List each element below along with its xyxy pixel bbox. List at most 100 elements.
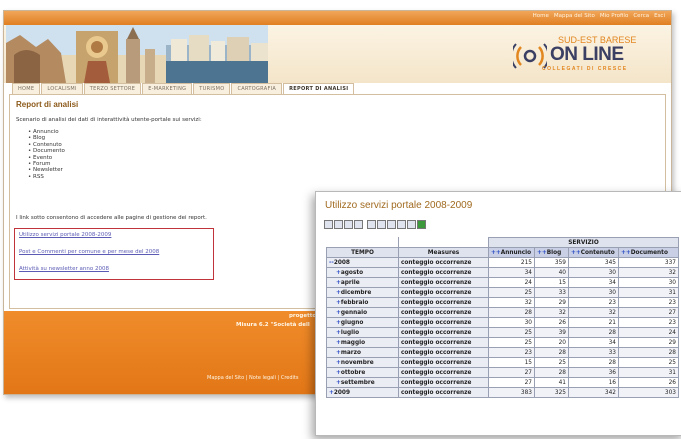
value-cell: 28 (618, 347, 679, 358)
value-cell: 303 (618, 387, 679, 398)
value-cell: 25 (488, 287, 535, 298)
report-links-highlight: Utilizzo servizi portale 2008-2009 Post … (14, 228, 214, 280)
row-header-tempo[interactable]: +giugno (326, 317, 399, 328)
tab-localismi[interactable]: LOCALISMI (41, 83, 83, 94)
value-cell: 29 (618, 337, 679, 348)
row-measure: conteggio occorrenze (398, 277, 489, 288)
navigator-icon[interactable] (334, 220, 343, 229)
row-header-tempo[interactable]: +2009 (326, 387, 399, 398)
footer-links[interactable]: Mappa del Sito | Note legali | Credits (207, 375, 298, 381)
tab-e-marketing[interactable]: E-MARKETING (142, 83, 193, 94)
drill-icon[interactable] (367, 220, 376, 229)
value-cell: 30 (488, 317, 535, 328)
value-cell: 27 (618, 307, 679, 318)
row-measure: conteggio occorrenze (398, 267, 489, 278)
column-header-tempo[interactable]: TEMPO (326, 247, 399, 258)
value-cell: 23 (488, 347, 535, 358)
value-cell: 342 (568, 387, 619, 398)
top-bar: Home Mappa del Sito Mio Profilo Cerca Es… (4, 11, 671, 25)
value-cell: 34 (568, 277, 619, 288)
row-header-tempo[interactable]: +settembre (326, 377, 399, 388)
column-header-blog[interactable]: ++Blog (534, 247, 569, 258)
screenshot-canvas: Home Mappa del Sito Mio Profilo Cerca Es… (0, 0, 681, 439)
row-header-tempo[interactable]: +maggio (326, 337, 399, 348)
row-header-tempo[interactable]: +febbraio (326, 297, 399, 308)
top-link-sitemap[interactable]: Mappa del Sito (554, 13, 595, 19)
table-row: +novembre conteggio occorrenze 15 25 28 25 (326, 357, 679, 368)
value-cell: 383 (488, 387, 535, 398)
top-link-search[interactable]: Cerca (633, 13, 649, 19)
value-cell: 27 (488, 377, 535, 388)
tab-terzo-settore[interactable]: TERZO SETTORE (83, 83, 142, 94)
print-icon[interactable] (397, 220, 406, 229)
value-cell: 215 (488, 257, 535, 268)
row-header-tempo[interactable]: +agosto (326, 267, 399, 278)
column-header-annuncio[interactable]: ++Annuncio (488, 247, 535, 258)
table-row: +maggio conteggio occorrenze 25 20 34 29 (326, 337, 679, 348)
excel-icon[interactable] (417, 220, 426, 229)
row-label: novembre (340, 359, 374, 366)
footer-project-line: progetto (289, 313, 317, 319)
report-link-post-commenti[interactable]: Post e Commenti per comune e per mese de… (19, 249, 159, 255)
links-intro-text: I link sotto consentono di accedere alle… (16, 215, 207, 221)
table-row: +dicembre conteggio occorrenze 25 33 30 31 (326, 287, 679, 298)
value-cell: 20 (534, 337, 569, 348)
report-link-newsletter[interactable]: Attività su newsletter anno 2008 (19, 266, 109, 272)
value-cell: 25 (488, 327, 535, 338)
row-header-tempo[interactable]: +dicembre (326, 287, 399, 298)
site-logo[interactable]: SUD-EST BARESE ON LINE COLLEGATI DI CRES… (513, 31, 653, 77)
value-cell: 32 (534, 307, 569, 318)
row-measure: conteggio occorrenze (398, 367, 489, 378)
value-cell: 28 (488, 307, 535, 318)
tab-report-di-analisi[interactable]: REPORT DI ANALISI (283, 83, 355, 94)
row-measure: conteggio occorrenze (398, 347, 489, 358)
top-link-profile[interactable]: Mio Profilo (600, 13, 628, 19)
table-row: +marzo conteggio occorrenze 23 28 33 28 (326, 347, 679, 358)
tab-turismo[interactable]: TURISMO (193, 83, 231, 94)
value-cell: 32 (568, 307, 619, 318)
cube-icon[interactable] (324, 220, 333, 229)
row-header-tempo[interactable]: +ottobre (326, 367, 399, 378)
config-chart-icon[interactable] (387, 220, 396, 229)
value-cell: 33 (568, 347, 619, 358)
value-cell: 23 (618, 297, 679, 308)
table-icon[interactable] (344, 220, 353, 229)
value-cell: 36 (568, 367, 619, 378)
tab-home[interactable]: HOME (12, 83, 41, 94)
value-cell: 34 (568, 337, 619, 348)
row-label: luglio (340, 329, 360, 336)
print-settings-icon[interactable] (407, 220, 416, 229)
top-link-exit[interactable]: Esci (654, 13, 665, 19)
row-header-tempo[interactable]: +gennaio (326, 307, 399, 318)
row-measure: conteggio occorrenze (398, 317, 489, 328)
row-measure: conteggio occorrenze (398, 357, 489, 368)
value-cell: 325 (534, 387, 569, 398)
row-header-tempo[interactable]: --2008 (326, 257, 399, 268)
dimension-header-servizio[interactable]: SERVIZIO (488, 237, 679, 248)
column-header-documento[interactable]: ++Documento (618, 247, 679, 258)
row-header-tempo[interactable]: +luglio (326, 327, 399, 338)
row-header-tempo[interactable]: +aprile (326, 277, 399, 288)
value-cell: 24 (618, 327, 679, 338)
row-label: 2009 (333, 389, 350, 396)
row-label: maggio (340, 339, 366, 346)
column-header-measures[interactable]: Measures (398, 247, 489, 258)
row-measure: conteggio occorrenze (398, 287, 489, 298)
swap-axes-icon[interactable] (354, 220, 363, 229)
row-header-tempo[interactable]: +novembre (326, 357, 399, 368)
row-label: 2008 (333, 259, 350, 266)
row-header-tempo[interactable]: +marzo (326, 347, 399, 358)
value-cell: 41 (534, 377, 569, 388)
column-header-contenuto[interactable]: ++Contenuto (568, 247, 619, 258)
row-label: ottobre (340, 369, 366, 376)
tab-cartografia[interactable]: CARTOGRAFIA (231, 83, 283, 94)
report-link-servizi[interactable]: Utilizzo servizi portale 2008-2009 (19, 232, 111, 238)
value-cell: 15 (488, 357, 535, 368)
value-cell: 26 (618, 377, 679, 388)
chart-icon[interactable] (377, 220, 386, 229)
page-title: Report di analisi (16, 100, 79, 109)
table-row: +agosto conteggio occorrenze 34 40 30 32 (326, 267, 679, 278)
row-measure: conteggio occorrenze (398, 297, 489, 308)
value-cell: 359 (534, 257, 569, 268)
top-link-home[interactable]: Home (533, 13, 549, 19)
